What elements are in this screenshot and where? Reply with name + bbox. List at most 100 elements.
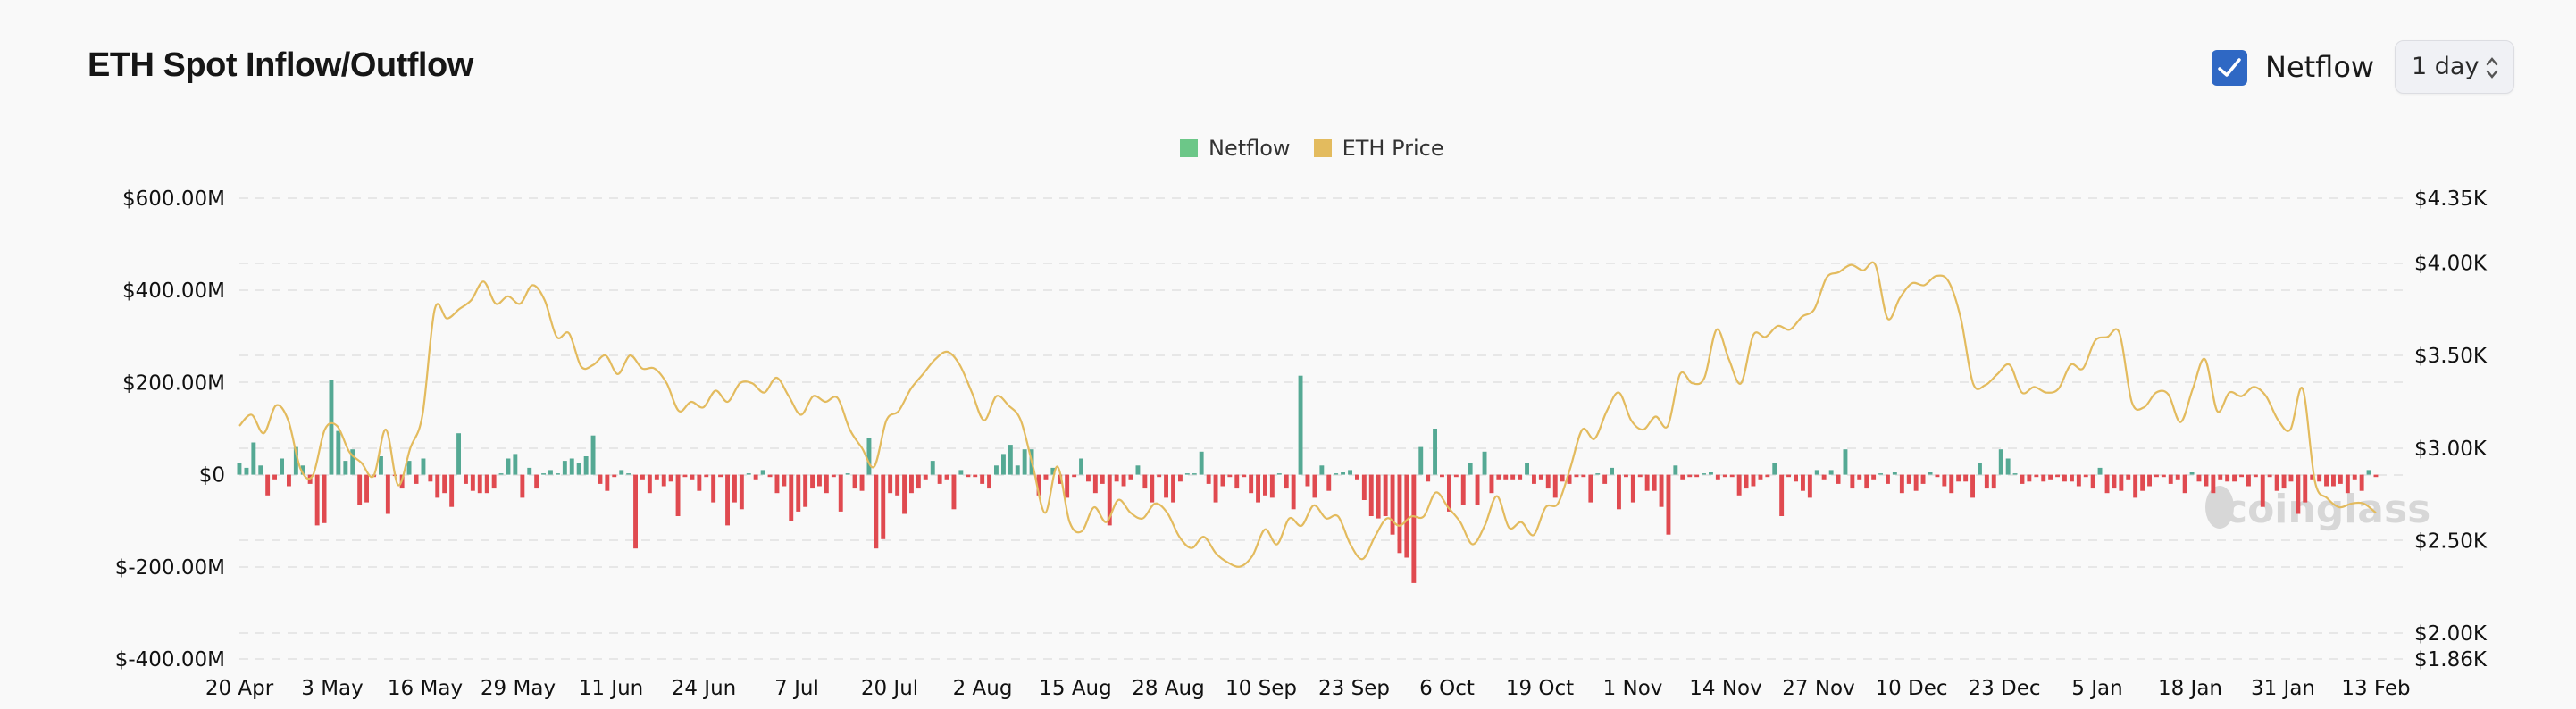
netflow-bar-negative[interactable]	[2133, 474, 2138, 498]
netflow-bar-negative[interactable]	[1171, 474, 1175, 503]
netflow-bar-negative[interactable]	[1227, 474, 1233, 478]
netflow-bar-negative[interactable]	[1574, 474, 1579, 478]
netflow-bar-negative[interactable]	[2232, 474, 2237, 482]
netflow-bar-positive[interactable]	[513, 454, 518, 475]
netflow-bar-positive[interactable]	[2366, 470, 2371, 475]
netflow-bar-negative[interactable]	[1630, 474, 1635, 503]
netflow-bar-negative[interactable]	[2324, 474, 2329, 487]
netflow-bar-negative[interactable]	[1178, 474, 1183, 482]
netflow-bar-negative[interactable]	[2161, 474, 2166, 478]
netflow-bar-negative[interactable]	[1624, 474, 1628, 478]
netflow-bar-negative[interactable]	[1121, 474, 1126, 487]
netflow-bar-negative[interactable]	[2288, 474, 2294, 482]
netflow-bar-negative[interactable]	[1213, 474, 1218, 503]
netflow-bar-negative[interactable]	[859, 474, 865, 491]
netflow-bar-negative[interactable]	[1518, 474, 1523, 480]
netflow-bar-positive[interactable]	[1298, 375, 1303, 475]
netflow-bar-positive[interactable]	[1001, 454, 1006, 475]
netflow-bar-negative[interactable]	[2196, 474, 2202, 482]
netflow-bar-positive[interactable]	[1022, 449, 1027, 475]
netflow-bar-negative[interactable]	[810, 474, 815, 489]
netflow-bar-negative[interactable]	[2373, 474, 2379, 478]
netflow-bar-negative[interactable]	[414, 474, 419, 484]
netflow-bar-positive[interactable]	[498, 473, 504, 475]
netflow-bar-negative[interactable]	[2182, 474, 2187, 494]
netflow-bar-negative[interactable]	[2119, 474, 2124, 491]
netflow-bar-negative[interactable]	[1694, 474, 1700, 478]
netflow-bar-positive[interactable]	[1702, 473, 1706, 475]
netflow-bar-negative[interactable]	[1206, 474, 1211, 484]
netflow-bar-negative[interactable]	[697, 474, 702, 491]
netflow-bar-negative[interactable]	[1984, 474, 1989, 489]
netflow-bar-negative[interactable]	[1970, 474, 1975, 498]
netflow-bar-negative[interactable]	[1086, 474, 1091, 482]
netflow-bar-negative[interactable]	[668, 474, 673, 482]
netflow-bar-positive[interactable]	[343, 461, 348, 475]
netflow-bar-negative[interactable]	[796, 474, 801, 512]
netflow-bar-negative[interactable]	[2225, 474, 2230, 482]
netflow-bar-negative[interactable]	[2147, 474, 2152, 487]
netflow-bar-negative[interactable]	[2253, 474, 2258, 478]
netflow-bar-negative[interactable]	[732, 474, 737, 503]
netflow-bar-positive[interactable]	[866, 438, 872, 475]
netflow-bar-negative[interactable]	[1991, 474, 1996, 489]
netflow-bar-negative[interactable]	[470, 474, 475, 491]
netflow-bar-negative[interactable]	[1963, 474, 1969, 482]
netflow-bar-negative[interactable]	[1729, 474, 1735, 478]
netflow-bar-negative[interactable]	[1807, 474, 1812, 498]
netflow-bar-negative[interactable]	[1744, 474, 1749, 489]
netflow-bar-negative[interactable]	[491, 474, 497, 489]
netflow-bar-positive[interactable]	[2097, 467, 2103, 475]
netflow-bar-negative[interactable]	[1453, 474, 1459, 478]
netflow-bar-negative[interactable]	[2218, 474, 2223, 480]
netflow-bar-negative[interactable]	[980, 474, 985, 484]
netflow-bar-negative[interactable]	[272, 474, 277, 480]
netflow-bar-negative[interactable]	[1072, 474, 1077, 478]
netflow-bar-positive[interactable]	[506, 458, 511, 475]
netflow-bar-negative[interactable]	[1305, 474, 1310, 487]
netflow-bar-negative[interactable]	[428, 474, 433, 482]
netflow-bar-negative[interactable]	[1460, 474, 1466, 505]
netflow-bar-negative[interactable]	[1503, 474, 1509, 480]
netflow-bar-negative[interactable]	[1644, 474, 1650, 491]
netflow-bar-negative[interactable]	[1164, 474, 1168, 498]
netflow-bar-negative[interactable]	[944, 474, 949, 480]
netflow-bar-positive[interactable]	[1008, 445, 1013, 475]
netflow-bar-negative[interactable]	[1242, 474, 1247, 478]
netflow-bar-negative[interactable]	[774, 474, 780, 494]
netflow-bar-negative[interactable]	[704, 474, 709, 478]
netflow-bar-positive[interactable]	[626, 473, 631, 475]
netflow-bar-positive[interactable]	[1610, 467, 1614, 475]
netflow-bar-negative[interactable]	[442, 474, 447, 494]
netflow-bar-negative[interactable]	[2303, 474, 2308, 503]
netflow-bar-negative[interactable]	[2359, 474, 2364, 491]
netflow-bar-negative[interactable]	[937, 474, 942, 484]
netflow-bar-negative[interactable]	[2140, 474, 2145, 491]
netflow-bar-negative[interactable]	[2204, 474, 2209, 487]
netflow-bar-negative[interactable]	[881, 474, 886, 539]
netflow-bar-negative[interactable]	[1659, 474, 1664, 507]
netflow-bar-positive[interactable]	[1482, 451, 1487, 475]
netflow-bar-negative[interactable]	[2076, 474, 2081, 487]
netflow-bar-negative[interactable]	[2027, 474, 2032, 482]
netflow-bar-positive[interactable]	[1199, 451, 1204, 475]
netflow-bar-negative[interactable]	[2338, 474, 2343, 484]
netflow-bar-negative[interactable]	[966, 474, 971, 478]
netflow-bar-negative[interactable]	[831, 474, 836, 478]
netflow-bar-negative[interactable]	[1652, 474, 1657, 491]
netflow-bar-positive[interactable]	[406, 461, 412, 475]
netflow-bar-negative[interactable]	[1256, 474, 1260, 503]
netflow-bar-negative[interactable]	[1411, 474, 1417, 583]
netflow-bar-negative[interactable]	[1142, 474, 1148, 489]
netflow-bar-negative[interactable]	[2260, 474, 2265, 507]
netflow-bar-positive[interactable]	[280, 458, 284, 475]
netflow-bar-negative[interactable]	[1234, 474, 1240, 489]
netflow-bar-positive[interactable]	[1928, 472, 1933, 475]
netflow-bar-negative[interactable]	[1786, 474, 1791, 478]
netflow-bar-negative[interactable]	[2211, 474, 2216, 494]
netflow-bar-negative[interactable]	[654, 474, 659, 480]
netflow-bar-positive[interactable]	[1192, 473, 1197, 475]
netflow-bar-negative[interactable]	[435, 474, 440, 498]
netflow-bar-negative[interactable]	[951, 474, 957, 510]
netflow-bar-negative[interactable]	[2168, 474, 2173, 484]
